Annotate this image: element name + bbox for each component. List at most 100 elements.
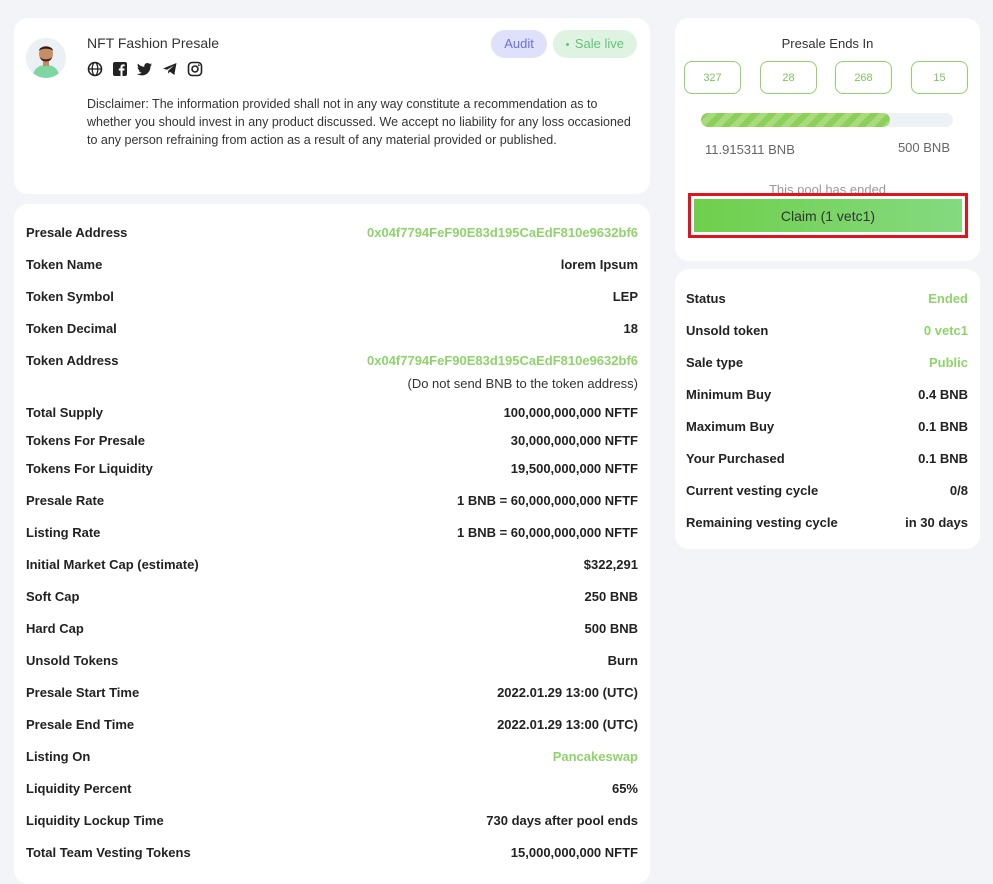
status-value: 0.4 BNB (918, 386, 968, 402)
status-row: Status Ended (686, 288, 968, 308)
detail-row: Presale End Time 2022.01.29 13:00 (UTC) (26, 714, 638, 734)
token-address-note: (Do not send BNB to the token address) (407, 376, 638, 391)
detail-value: Burn (607, 652, 638, 668)
raised-amount: 11.915311 BNB (705, 142, 795, 157)
detail-row: Tokens For Presale 30,000,000,000 NFTF (26, 430, 638, 450)
detail-label: Token Decimal (26, 320, 117, 336)
detail-row: Presale Start Time 2022.01.29 13:00 (UTC) (26, 682, 638, 702)
status-label: Sale type (686, 354, 744, 370)
status-label: Your Purchased (686, 450, 785, 466)
status-label: Current vesting cycle (686, 482, 819, 498)
audit-badge[interactable]: Audit (491, 30, 547, 58)
detail-value: 2022.01.29 13:00 (UTC) (497, 716, 638, 732)
status-row: Maximum Buy 0.1 BNB (686, 416, 968, 436)
detail-value: 30,000,000,000 NFTF (510, 432, 638, 448)
detail-value: 2022.01.29 13:00 (UTC) (497, 684, 638, 700)
detail-value: 100,000,000,000 NFTF (503, 404, 638, 420)
countdown-box: 327 (684, 61, 741, 94)
status-label: Status (686, 290, 726, 306)
status-card: Status Ended Unsold token 0 vetc1 Sale typ… (675, 269, 980, 549)
detail-value: 19,500,000,000 NFTF (510, 460, 638, 476)
detail-label: Tokens For Liquidity (26, 460, 153, 476)
detail-value: 65% (611, 780, 638, 796)
detail-row: Token Name lorem Ipsum (26, 254, 638, 274)
detail-row: Listing Rate 1 BNB = 60,000,000,000 NFTF (26, 522, 638, 542)
token-address-link[interactable]: 0x04f7794FeF90E83d195CaEdF810e9632bf6 (367, 353, 638, 368)
detail-label: Listing On (26, 748, 91, 764)
detail-row: Liquidity Lockup Time 730 days after pool… (26, 810, 638, 830)
status-row: Your Purchased 0.1 BNB (686, 448, 968, 468)
status-label: Maximum Buy (686, 418, 775, 434)
detail-row: Presale Rate 1 BNB = 60,000,000,000 NFTF (26, 490, 638, 510)
disclaimer-text: Disclaimer: The information provided sha… (87, 97, 631, 147)
sale-live-badge: Sale live (552, 30, 637, 58)
detail-row: Total Supply 100,000,000,000 NFTF (26, 402, 638, 422)
progress-bar (701, 113, 953, 127)
timer-title: Presale Ends In (781, 36, 874, 51)
project-header-card: NFT Fashion Presale Audit Sale live Disc… (14, 18, 650, 194)
claim-button[interactable]: Claim (1 vetc1) (694, 199, 962, 232)
detail-label: Total Supply (26, 404, 104, 420)
countdown-box: 268 (835, 61, 892, 94)
detail-label: Soft Cap (26, 588, 80, 604)
status-label: Unsold token (686, 322, 769, 338)
detail-label: Presale End Time (26, 716, 135, 732)
live-dot-icon (565, 43, 569, 47)
detail-value: 1 BNB = 60,000,000,000 NFTF (456, 492, 638, 508)
facebook-icon[interactable] (112, 61, 128, 77)
detail-value: LEP (612, 288, 638, 304)
hard-cap-amount: 500 BNB (897, 140, 950, 155)
detail-label: Token Name (26, 256, 103, 272)
detail-row: Initial Market Cap (estimate) $322,291 (26, 554, 638, 574)
countdown-box: 28 (760, 61, 817, 94)
instagram-icon[interactable] (187, 61, 203, 77)
detail-label: Initial Market Cap (estimate) (26, 556, 199, 572)
presale-details-card: Presale Address 0x04f7794FeF90E83d195CaEd… (14, 204, 650, 884)
detail-label: Total Team Vesting Tokens (26, 844, 191, 860)
detail-row: Hard Cap 500 BNB (26, 618, 638, 638)
detail-value: 500 BNB (584, 620, 638, 636)
detail-value: 18 (623, 320, 638, 336)
countdown-box: 15 (911, 61, 968, 94)
listing-on-link[interactable]: Pancakeswap (553, 749, 638, 764)
status-value: 0 vetc1 (923, 322, 968, 338)
detail-row: Token Address 0x04f7794FeF90E83d195CaEdF8… (26, 350, 638, 370)
detail-row: Total Team Vesting Tokens 15,000,000,000 … (26, 842, 638, 862)
detail-value: $322,291 (583, 556, 638, 572)
detail-row: Unsold Tokens Burn (26, 650, 638, 670)
status-value: Public (928, 354, 968, 370)
status-row: Unsold token 0 vetc1 (686, 320, 968, 340)
telegram-icon[interactable] (162, 61, 178, 77)
status-value: 0/8 (949, 482, 968, 498)
detail-row: Presale Address 0x04f7794FeF90E83d195CaEd… (26, 222, 638, 242)
status-label: Minimum Buy (686, 386, 772, 402)
detail-value: 1 BNB = 60,000,000,000 NFTF (456, 524, 638, 540)
detail-label: Listing Rate (26, 524, 101, 540)
status-row: Current vesting cycle 0/8 (686, 480, 968, 500)
presale-timer-card: Presale Ends In 327 28 268 15 11.915311 … (675, 18, 980, 261)
status-row: Minimum Buy 0.4 BNB (686, 384, 968, 404)
status-value: 0.1 BNB (918, 418, 968, 434)
detail-row: Tokens For Liquidity 19,500,000,000 NFTF (26, 458, 638, 478)
status-value: 0.1 BNB (918, 450, 968, 466)
avatar (26, 38, 66, 78)
progress-fill (701, 113, 890, 127)
presale-address-link[interactable]: 0x04f7794FeF90E83d195CaEdF810e9632bf6 (367, 225, 638, 240)
claim-highlight: Claim (1 vetc1) (688, 193, 968, 238)
detail-label: Liquidity Percent (26, 780, 132, 796)
status-row: Sale type Public (686, 352, 968, 372)
sale-live-label: Sale live (574, 36, 624, 51)
status-value: Ended (928, 290, 968, 306)
status-badges: Audit Sale live (491, 30, 637, 58)
detail-label: Presale Address (26, 224, 128, 240)
detail-label: Tokens For Presale (26, 432, 145, 448)
detail-row: Liquidity Percent 65% (26, 778, 638, 798)
globe-icon[interactable] (87, 61, 103, 77)
detail-row: Token Decimal 18 (26, 318, 638, 338)
detail-value: lorem Ipsum (560, 256, 638, 272)
detail-label: Hard Cap (26, 620, 84, 636)
status-label: Remaining vesting cycle (686, 514, 838, 530)
twitter-icon[interactable] (137, 61, 153, 77)
detail-label: Unsold Tokens (26, 652, 119, 668)
detail-label: Liquidity Lockup Time (26, 812, 164, 828)
